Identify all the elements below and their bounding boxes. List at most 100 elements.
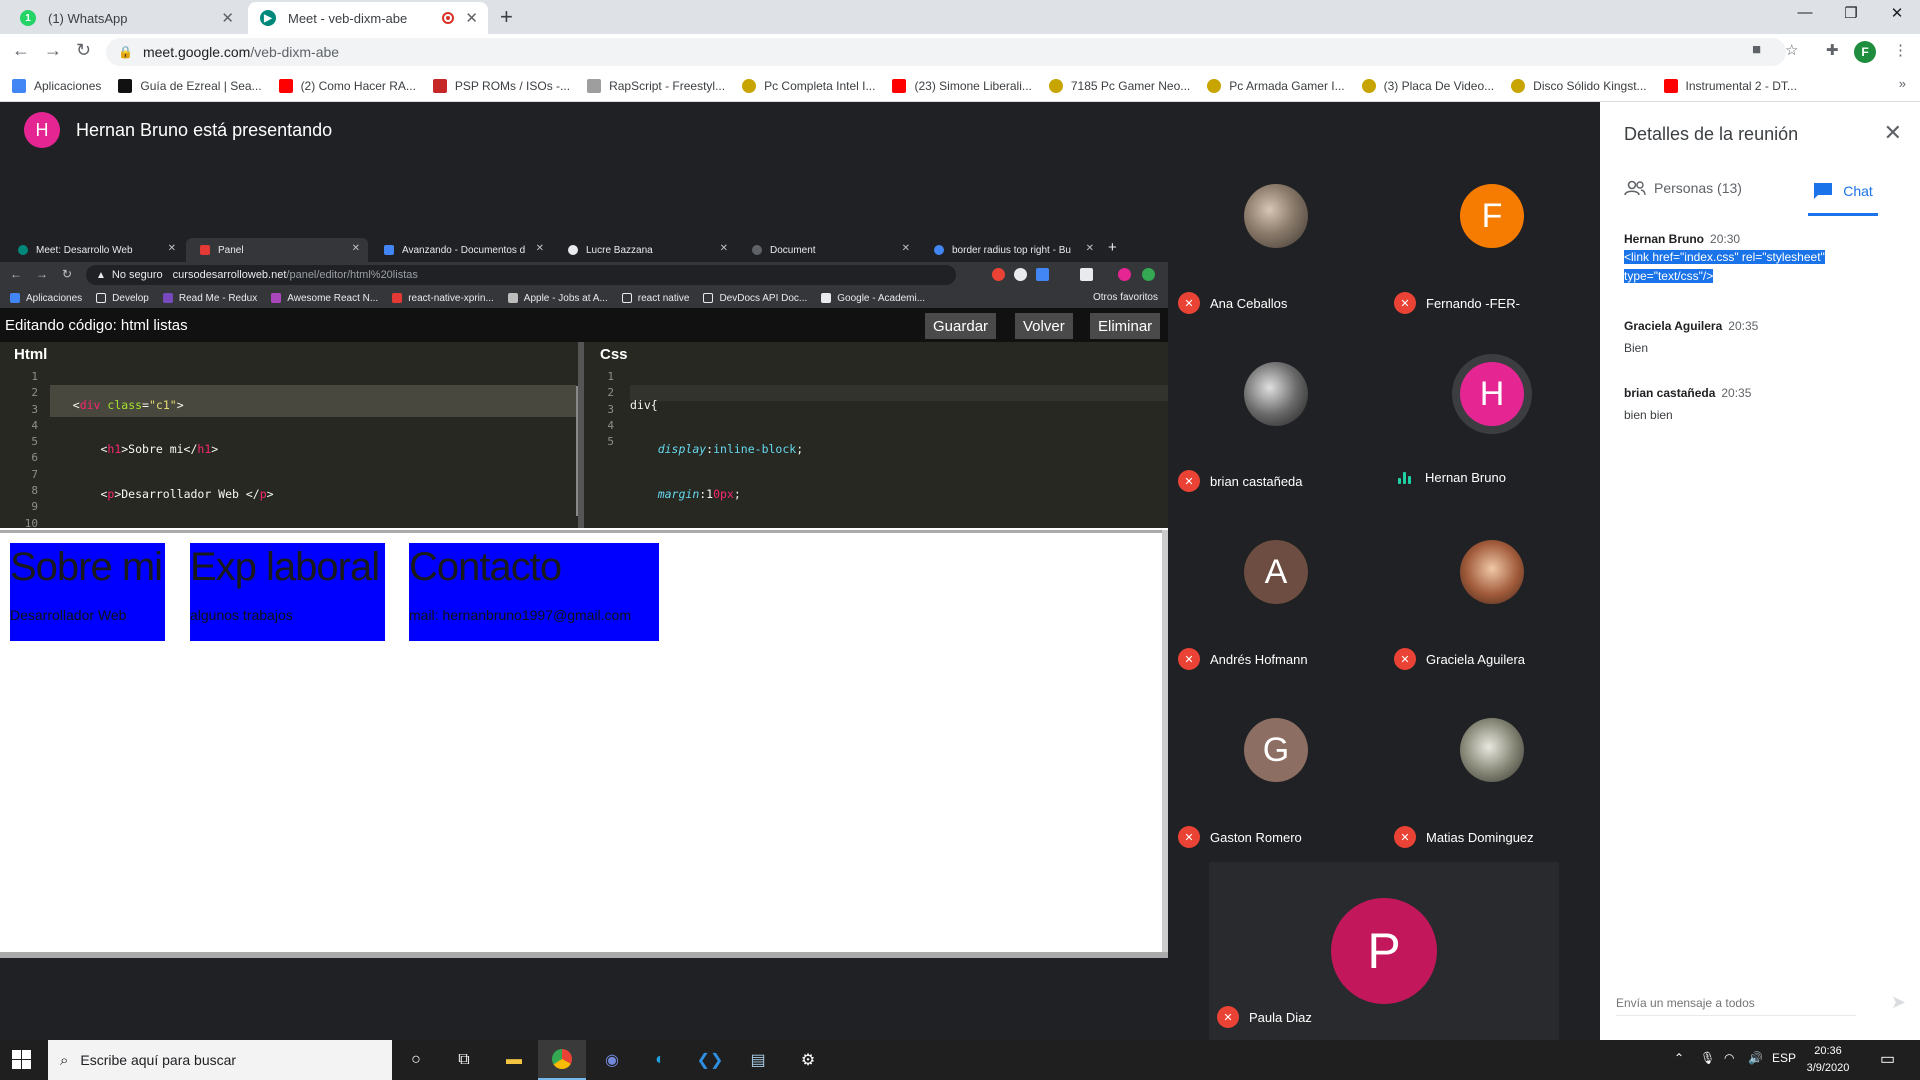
microphone-icon[interactable]: 🎙 [1700,1051,1715,1065]
send-icon[interactable]: ➤ [1891,992,1906,1013]
line-number: 4 [31,418,38,432]
back-icon[interactable]: ← [12,40,30,61]
close-window-icon[interactable]: ✕ [1874,4,1920,22]
discord-icon[interactable]: ◉ [588,1040,636,1080]
bookmark-label: Apple - Jobs at A... [523,292,608,304]
bookmark-item[interactable]: (3) Placa De Video... [1361,78,1494,93]
restore-icon[interactable]: ❐ [1828,4,1874,22]
tab-chat[interactable]: Chat [1808,168,1878,216]
chrome-icon[interactable] [538,1040,586,1080]
language-indicator[interactable]: ESP [1772,1051,1796,1065]
participant-tile[interactable]: F ✕ Fernando -FER- [1384,152,1600,330]
mic-off-icon: ✕ [1178,648,1200,670]
bookmark-label: PSP ROMs / ISOs -... [454,78,571,93]
cortana-icon[interactable]: ○ [392,1040,440,1080]
system-clock[interactable]: 20:36 3/9/2020 [1797,1043,1859,1077]
shared-tab-title: Avanzando - Documentos d [402,244,526,256]
participant-tile[interactable]: ✕ Graciela Aguilera [1384,508,1600,686]
minimize-icon[interactable]: — [1782,4,1828,21]
edge-icon[interactable]: ◐ [636,1040,684,1080]
close-tab-icon: ✕ [1085,243,1094,254]
bookmarks-overflow-icon[interactable]: » [1899,76,1906,91]
bookmark-label: Instrumental 2 - DT... [1685,78,1797,93]
reload-icon[interactable]: ↻ [76,40,91,61]
participant-tile[interactable]: ✕ Matias Dominguez [1384,686,1600,864]
close-tab-icon: ✕ [167,243,176,254]
notifications-icon[interactable]: ▭ [1880,1049,1895,1069]
shared-tab: border radius top right - Bu ✕ [920,238,1102,262]
shared-tab-title: border radius top right - Bu [952,244,1071,256]
windows-start-icon[interactable] [12,1050,32,1070]
bookmark-item[interactable]: Aplicaciones [12,78,101,93]
close-tab-icon: ✕ [719,243,728,254]
chat-input[interactable] [1616,990,1856,1016]
bookmark-item[interactable]: Pc Armada Gamer I... [1207,78,1345,93]
volume-icon[interactable]: 🔊 [1748,1051,1763,1065]
taskbar-search[interactable]: ⌕ Escribe aquí para buscar [48,1040,392,1080]
bookmark-label: react native [637,292,690,304]
profile-avatar[interactable]: F [1854,41,1876,63]
bookmark-item[interactable]: 7185 Pc Gamer Neo... [1048,78,1190,93]
bookmark-item[interactable]: Pc Completa Intel I... [742,78,875,93]
chat-sender: Graciela Aguilera [1624,319,1723,333]
tab-whatsapp[interactable]: 1 (1) WhatsApp ✕ [8,2,244,34]
bookmarks-bar: Aplicaciones Guía de Ezreal | Sea... (2)… [0,70,1920,102]
extensions-icon[interactable]: ✚ [1826,41,1839,59]
forward-icon[interactable]: → [44,40,62,61]
bookmark-item[interactable]: Guía de Ezreal | Sea... [118,78,262,93]
menu-icon[interactable]: ⋮ [1893,41,1908,59]
shared-toolbar: ← → ↻ ▲ No seguro cursodesarrolloweb.net… [0,262,1168,288]
avatar [1244,184,1308,248]
avatar: F [1460,184,1524,248]
bookmark-item[interactable]: Disco Sólido Kingst... [1511,78,1647,93]
bookmark-item[interactable]: PSP ROMs / ISOs -... [432,78,571,93]
line-numbers: 1 2 3 4 5 6 7 8 9 10 [0,369,48,528]
bookmark-item[interactable]: (2) Como Hacer RA... [278,78,416,93]
bookmark-item[interactable]: Instrumental 2 - DT... [1663,78,1797,93]
participant-tile[interactable]: ✕ Ana Ceballos [1168,152,1384,330]
html-editor-pane: Html 1 2 3 4 5 6 7 8 9 10 <div class="c1… [0,342,578,528]
tab-label: Chat [1843,182,1873,199]
settings-gear-icon[interactable]: ⚙ [784,1040,832,1080]
participant-tile[interactable]: A ✕ Andrés Hofmann [1168,508,1384,686]
participant-tile-featured[interactable]: P ✕ Paula Diaz [1209,862,1559,1042]
mic-off-icon: ✕ [1394,292,1416,314]
new-tab-button[interactable]: + [500,4,513,30]
task-view-icon[interactable]: ⧉ [440,1040,488,1080]
file-explorer-icon[interactable]: ▬ [490,1040,538,1080]
bookmark-favicon [118,78,133,93]
shared-tab: Lucre Bazzana ✕ [554,238,736,262]
close-tab-icon[interactable]: ✕ [221,9,234,27]
participant-tile[interactable]: G ✕ Gaston Romero [1168,686,1384,864]
docs-icon [384,245,394,255]
mic-off-icon: ✕ [1178,292,1200,314]
participant-tile[interactable]: ✕ brian castañeda [1168,330,1384,508]
clock-time: 20:36 [1814,1045,1842,1057]
close-tab-icon[interactable]: ✕ [465,9,478,27]
back-button: Volver [1015,313,1073,339]
bookmark-item[interactable]: RapScript - Freestyl... [587,78,725,93]
not-secure-label: No seguro [111,269,163,281]
chat-text: bien bien [1624,408,1673,422]
apps-icon [12,78,26,93]
bookmark-item[interactable]: (23) Simone Liberali... [892,78,1032,93]
extension-icon [1014,268,1027,281]
tab-people[interactable]: Personas (13) [1624,180,1742,196]
address-bar[interactable]: 🔒 meet.google.com/veb-dixm-abe [106,38,1786,66]
code-line: div{ [630,398,658,412]
tab-meet[interactable]: ▶ Meet - veb-dixm-abe ✕ [248,2,488,34]
notepad-icon[interactable]: ▤ [734,1040,782,1080]
camera-icon[interactable]: ■ [1752,41,1761,58]
extension-icon [992,268,1005,281]
bookmark-star-icon[interactable]: ☆ [1785,41,1798,59]
wifi-icon[interactable]: ◠ [1724,1051,1734,1065]
vscode-icon[interactable]: ❮❯ [686,1040,734,1080]
participant-tile[interactable]: H Hernan Bruno [1384,330,1600,508]
chat-icon [1814,182,1833,199]
bookmark-favicon [432,78,447,93]
show-hidden-icons[interactable]: ⌃ [1674,1051,1684,1065]
close-icon[interactable]: ✕ [1884,120,1902,146]
close-tab-icon: ✕ [535,243,544,254]
browser-tab-strip: 1 (1) WhatsApp ✕ ▶ Meet - veb-dixm-abe ✕… [0,0,1920,34]
shared-tab-title: Panel [218,244,244,256]
